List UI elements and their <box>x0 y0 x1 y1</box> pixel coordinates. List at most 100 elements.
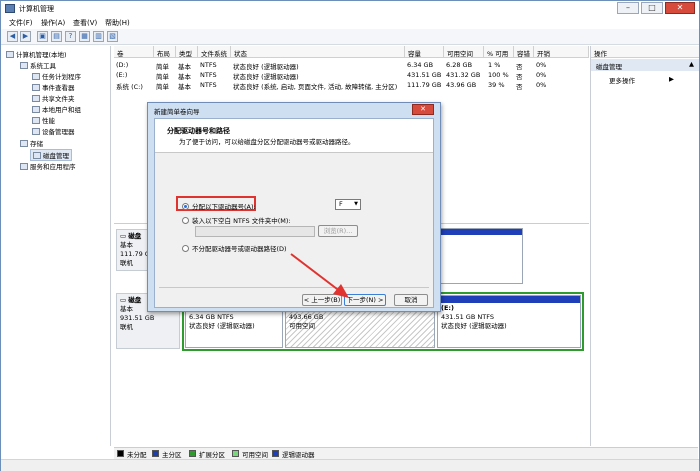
tree-item-services[interactable]: 服务和应用程序 <box>20 161 76 171</box>
legend-logical: 逻辑驱动器 <box>282 451 315 459</box>
red-arrow-annotation <box>290 253 349 298</box>
mount-folder-radio[interactable]: 装入以下空白 NTFS 文件夹中(M): <box>182 215 291 225</box>
assign-drive-letter-radio[interactable]: 分配以下驱动器号(A): <box>182 201 256 211</box>
dialog-heading: 分配驱动器号和路径 <box>167 127 230 135</box>
col-capacity[interactable]: 容量 <box>405 46 444 58</box>
partition-e[interactable]: (E:) 431.51 GB NTFS 状态良好 (逻辑驱动器) <box>437 295 581 348</box>
dialog-close-button[interactable]: ✕ <box>412 104 434 115</box>
tree-item-event-viewer[interactable]: 事件查看器 <box>32 82 75 92</box>
cell-filesystem: NTFS <box>200 81 217 89</box>
col-percent-free[interactable]: % 可用 <box>484 46 514 58</box>
tree-item-root[interactable]: 计算机管理(本地) <box>6 49 67 59</box>
col-filesystem[interactable]: 文件系统 <box>198 46 231 58</box>
cell-filesystem: NTFS <box>200 61 217 69</box>
col-free[interactable]: 可用空间 <box>444 46 484 58</box>
legend-unallocated: 未分配 <box>127 451 147 459</box>
legend: 未分配 主分区 扩展分区 可用空间 逻辑驱动器 <box>114 447 698 459</box>
legend-free: 可用空间 <box>242 451 268 459</box>
menu-view[interactable]: 查看(V) <box>73 18 97 28</box>
partition-disk0-right[interactable] <box>434 228 523 284</box>
cell-overhead: 0% <box>536 71 547 79</box>
toolbar: ◀ ▶ ▣ ▤ ? ▦ ▥ ▧ <box>1 29 699 45</box>
menu-action[interactable]: 操作(A) <box>41 18 65 28</box>
cell-filesystem: NTFS <box>200 71 217 79</box>
col-volume[interactable]: 卷 <box>114 46 154 58</box>
show-hide-tree-icon[interactable]: ▤ <box>51 31 62 42</box>
properties-icon[interactable]: ▦ <box>79 31 90 42</box>
cell-percent: 100 % <box>488 71 509 79</box>
cancel-button[interactable]: 取消 <box>394 294 428 306</box>
legend-swatch-extended <box>189 450 196 457</box>
col-fault-tolerance[interactable]: 容错 <box>514 46 534 58</box>
up-folder-icon[interactable]: ▣ <box>37 31 48 42</box>
col-status[interactable]: 状态 <box>231 46 405 58</box>
cell-type: 基本 <box>178 83 191 91</box>
cell-layout: 简单 <box>156 83 169 91</box>
menu-help[interactable]: 帮助(H) <box>105 18 130 28</box>
menu-bar: 文件(F) 操作(A) 查看(V) 帮助(H) <box>1 16 699 29</box>
tree-item-shared-folders[interactable]: 共享文件夹 <box>32 93 75 103</box>
tree-item-local-users[interactable]: 本地用户和组 <box>32 104 81 114</box>
cell-layout: 简单 <box>156 63 169 71</box>
settings-icon[interactable]: ▧ <box>107 31 118 42</box>
actions-pane: 操作 磁盘管理 ▲ 更多操作 ▶ <box>590 46 699 446</box>
drive-letter-select[interactable]: F ▼ <box>335 199 361 210</box>
folder-icon <box>32 95 40 102</box>
cell-layout: 简单 <box>156 73 169 81</box>
tools-icon <box>20 62 28 69</box>
tree-item-system-tools[interactable]: 系统工具 <box>20 60 56 70</box>
radio-icon <box>182 245 189 252</box>
cell-type: 基本 <box>178 63 191 71</box>
no-drive-letter-radio[interactable]: 不分配驱动器号或驱动器路径(D) <box>182 243 287 253</box>
maximize-button[interactable]: □ <box>641 2 663 14</box>
radio-icon <box>182 217 189 224</box>
help-icon[interactable]: ? <box>65 31 76 42</box>
back-arrow-icon[interactable]: ◀ <box>7 31 18 42</box>
dialog-subheading: 为了便于访问，可以给磁盘分区分配驱动器号或驱动器路径。 <box>179 138 355 146</box>
navigation-tree: 计算机管理(本地) 系统工具 任务计划程序 事件查看器 共享文件夹 本地用户和组… <box>2 46 111 446</box>
device-icon <box>32 128 40 135</box>
actions-header: 操作 <box>591 46 699 58</box>
col-layout[interactable]: 布局 <box>154 46 176 58</box>
cell-free: 6.28 GB <box>446 61 473 69</box>
storage-icon <box>20 140 28 147</box>
minimize-button[interactable]: – <box>617 2 639 14</box>
cell-overhead: 0% <box>536 61 547 69</box>
tree-item-task-scheduler[interactable]: 任务计划程序 <box>32 71 81 81</box>
expand-arrow-icon: ▶ <box>669 75 674 83</box>
col-type[interactable]: 类型 <box>176 46 198 58</box>
users-icon <box>32 106 40 113</box>
cell-volume: (D:) <box>116 61 129 69</box>
cell-status: 状态良好 (逻辑驱动器) <box>233 73 299 81</box>
tree-item-performance[interactable]: 性能 <box>32 115 55 125</box>
legend-swatch-unallocated <box>117 450 124 457</box>
disk-icon: ▭ <box>120 296 129 304</box>
browse-button[interactable]: 浏览(R)... <box>318 225 358 237</box>
disk-view-icon[interactable]: ▥ <box>93 31 104 42</box>
legend-swatch-primary <box>152 450 159 457</box>
legend-primary: 主分区 <box>162 451 182 459</box>
folder-path-input[interactable] <box>195 226 315 237</box>
disk-icon <box>33 152 41 159</box>
radio-selected-icon <box>182 203 189 210</box>
cell-volume: (E:) <box>116 71 128 79</box>
cell-fault: 否 <box>516 73 523 81</box>
menu-file[interactable]: 文件(F) <box>9 18 33 28</box>
cell-percent: 39 % <box>488 81 505 89</box>
tree-item-device-manager[interactable]: 设备管理器 <box>32 126 75 136</box>
cell-status: 状态良好 (系统, 启动, 页面文件, 活动, 故障转储, 主分区) <box>233 83 398 91</box>
collapse-arrow-icon[interactable]: ▲ <box>689 60 694 68</box>
computer-icon <box>6 51 14 58</box>
forward-arrow-icon[interactable]: ▶ <box>20 31 31 42</box>
tree-item-disk-management[interactable]: 磁盘管理 <box>30 149 72 161</box>
cell-capacity: 111.79 GB <box>407 81 442 89</box>
cell-percent: 1 % <box>488 61 501 69</box>
more-actions-link[interactable]: 更多操作 ▶ <box>609 75 674 85</box>
cell-fault: 否 <box>516 83 523 91</box>
actions-disk-management[interactable]: 磁盘管理 ▲ <box>591 59 699 71</box>
dialog-header: 分配驱动器号和路径 为了便于访问，可以给磁盘分区分配驱动器号或驱动器路径。 <box>155 119 433 153</box>
legend-swatch-free <box>232 450 239 457</box>
tree-item-storage[interactable]: 存储 <box>20 138 43 148</box>
close-button[interactable]: ✕ <box>665 2 695 14</box>
col-overhead[interactable]: 开销 <box>534 46 589 58</box>
